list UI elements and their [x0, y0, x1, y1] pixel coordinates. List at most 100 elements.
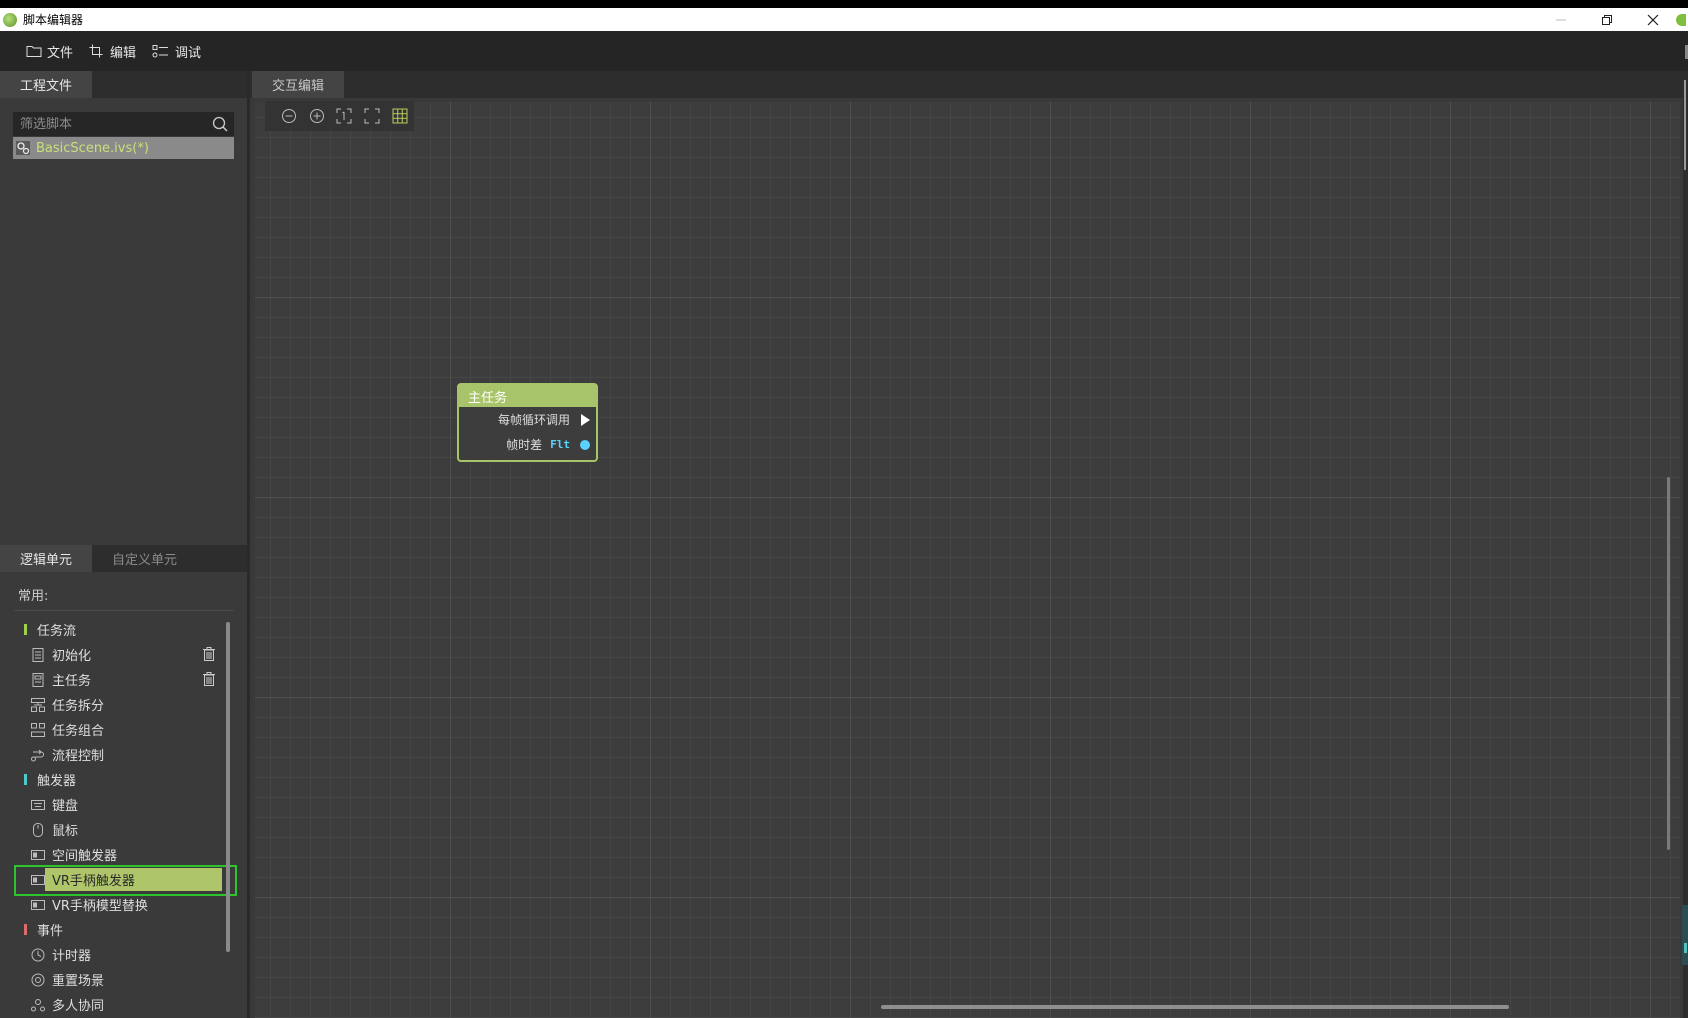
tree-item-mouse[interactable]: 鼠标: [0, 817, 230, 842]
node-pin-label: 每帧循环调用: [497, 413, 570, 427]
tree-item-label: 键盘: [52, 799, 79, 814]
tab-custom-units[interactable]: 自定义单元: [92, 545, 197, 572]
section-divider: [14, 610, 234, 611]
tree-item-vr-controller-model-replace[interactable]: VR手柄模型替换: [0, 892, 230, 917]
mouse-icon: [30, 822, 46, 837]
node-pin-type-tag: Flt: [550, 438, 570, 451]
trash-icon[interactable]: [203, 647, 215, 661]
tree-item-vr-controller-trigger[interactable]: VR手柄触发器: [0, 865, 237, 896]
tree-item-task-combine[interactable]: 任务组合: [0, 717, 230, 742]
tree-item-label: 任务拆分: [52, 699, 105, 714]
combine-icon: [30, 722, 46, 737]
tab-project-files[interactable]: 工程文件: [0, 71, 93, 98]
flow-icon: [30, 748, 46, 762]
node-pin-row-exec: 每帧循环调用: [459, 407, 596, 432]
menu-debug-label: 调试: [175, 45, 202, 61]
units-tree: 任务流 初始化 主任务 任务拆分 任务组合 流程控制 触发器 键盘 鼠标 空间触…: [0, 617, 237, 1017]
node-canvas[interactable]: [255, 102, 1680, 1018]
tree-category-triggers[interactable]: 触发器: [0, 767, 230, 792]
close-icon: [1647, 14, 1659, 25]
keyboard-icon: [30, 798, 46, 812]
exec-pin-arrow-icon[interactable]: [581, 414, 590, 426]
right-edge-handle[interactable]: [1682, 905, 1688, 965]
canvas-horizontal-scrollbar[interactable]: [881, 1005, 1509, 1009]
restore-button[interactable]: [1584, 8, 1630, 31]
tree-item-task-split[interactable]: 任务拆分: [0, 692, 230, 717]
fullscreen-icon: [364, 108, 380, 124]
title-bar: 脚本编辑器: [0, 8, 1688, 31]
tree-category-events[interactable]: 事件: [0, 917, 230, 942]
tree-category-taskflow[interactable]: 任务流: [0, 617, 230, 642]
tree-item-main-task[interactable]: 主任务: [0, 667, 230, 692]
main-task-node[interactable]: 主任务 每帧循环调用 帧时差 Flt: [457, 383, 598, 462]
trigger-icon: [30, 848, 46, 862]
fit-view-button[interactable]: [331, 104, 359, 128]
menu-bar: 文件 编辑 调试: [0, 31, 1688, 71]
tree-item-label: 主任务: [52, 674, 92, 689]
tree-item-label: 重置场景: [52, 974, 105, 989]
canvas-vertical-scrollbar[interactable]: [1667, 477, 1670, 850]
tab-logic-units[interactable]: 逻辑单元: [0, 545, 93, 572]
script-filter-input[interactable]: [20, 116, 210, 132]
menu-edit[interactable]: 编辑: [89, 42, 136, 61]
grid-toggle-button[interactable]: [386, 104, 414, 128]
tree-item-timer[interactable]: 计时器: [0, 942, 230, 967]
canvas-toolbar: [265, 101, 414, 131]
trash-icon[interactable]: [203, 672, 215, 686]
tree-item-flow-control[interactable]: 流程控制: [0, 742, 230, 767]
editor-tabstrip: 交互编辑: [250, 71, 1688, 98]
zoom-out-icon: [281, 109, 296, 123]
tree-item-space-trigger[interactable]: 空间触发器: [0, 842, 230, 867]
section-label-common: 常用:: [18, 589, 49, 604]
script-filter: [13, 112, 234, 136]
tree-item-label: 流程控制: [52, 749, 105, 764]
tree-item-reset-scene[interactable]: 重置场景: [0, 967, 230, 992]
tree-item-label: 计时器: [52, 949, 92, 964]
node-pin-row-data: 帧时差 Flt: [459, 432, 596, 457]
grid-icon: [392, 108, 408, 124]
data-pin-dot-icon[interactable]: [580, 440, 590, 450]
tree-item-label: 初始化: [52, 649, 92, 664]
tree-item-label: 多人协同: [52, 999, 105, 1014]
file-name: BasicScene.ivs(*): [36, 140, 149, 156]
debug-icon: [152, 45, 169, 58]
reset-icon: [30, 973, 46, 987]
trigger-icon: [30, 873, 46, 887]
zoom-out-button[interactable]: [275, 104, 303, 128]
fullscreen-button[interactable]: [358, 104, 386, 128]
menu-file-label: 文件: [47, 45, 74, 61]
units-tabstrip: 逻辑单元 自定义单元: [0, 545, 247, 572]
folder-icon: [26, 46, 42, 57]
zoom-in-button[interactable]: [303, 104, 331, 128]
tree-category-label: 触发器: [37, 774, 77, 789]
file-item[interactable]: BasicScene.ivs(*): [13, 137, 234, 159]
node-title: 主任务: [459, 385, 596, 407]
top-strip: [0, 0, 1688, 8]
right-edge-scrollbar[interactable]: [1684, 80, 1686, 170]
left-panel: 工程文件 BasicScene.ivs(*) 逻辑单元 自定义单元 常用: 任务…: [0, 71, 250, 1018]
restore-icon: [1602, 14, 1612, 25]
document-icon: [30, 647, 46, 662]
tree-item-label: 鼠标: [52, 824, 79, 839]
menu-debug[interactable]: 调试: [152, 42, 201, 61]
menu-edit-label: 编辑: [110, 45, 137, 61]
zoom-in-icon: [309, 109, 324, 123]
tree-item-multiplayer[interactable]: 多人协同: [0, 992, 230, 1017]
trigger-icon: [30, 898, 46, 912]
minimize-button[interactable]: [1538, 8, 1584, 31]
app-logo-icon: [3, 12, 17, 27]
tree-item-init[interactable]: 初始化: [0, 642, 230, 667]
split-icon: [30, 697, 46, 712]
tab-interaction-editor[interactable]: 交互编辑: [252, 71, 345, 98]
project-tabstrip: 工程文件: [0, 71, 247, 98]
search-icon[interactable]: [212, 116, 228, 132]
units-tree-scrollbar[interactable]: [226, 622, 230, 952]
clock-icon: [30, 948, 46, 962]
close-button[interactable]: [1630, 8, 1676, 31]
tree-item-keyboard[interactable]: 键盘: [0, 792, 230, 817]
tree-item-label: 空间触发器: [52, 849, 118, 864]
tree-item-label: VR手柄触发器: [52, 874, 135, 889]
right-edge-panel: [1683, 71, 1688, 1018]
menu-file[interactable]: 文件: [26, 42, 73, 61]
crop-icon: [89, 44, 103, 58]
